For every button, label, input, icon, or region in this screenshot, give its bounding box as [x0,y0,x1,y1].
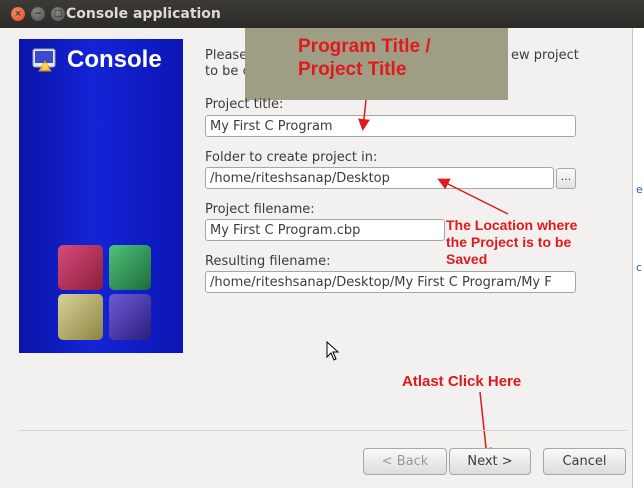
mouse-cursor-icon [326,341,340,361]
back-button[interactable]: < Back [363,448,447,475]
button-separator [19,430,627,431]
arrow-to-title [357,99,370,131]
arrow-to-folder [437,178,509,215]
next-button[interactable]: Next > [449,448,531,475]
cancel-button[interactable]: Cancel [543,448,626,475]
annotation-arrows [357,99,509,460]
